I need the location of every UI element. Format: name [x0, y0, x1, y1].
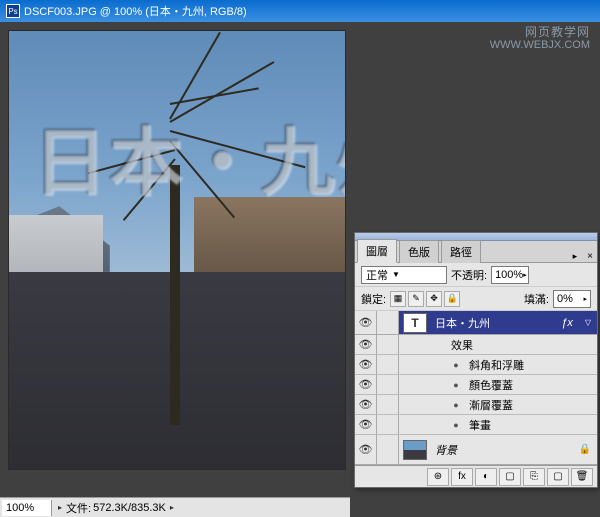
lock-transparency-button[interactable]: ▦: [390, 291, 406, 307]
link-layers-button[interactable]: ⊛: [427, 468, 449, 486]
new-layer-button[interactable]: ▢: [547, 468, 569, 486]
doc-info-menu-icon[interactable]: ▸: [170, 503, 174, 512]
layer-name[interactable]: 背景: [431, 442, 573, 458]
blend-mode-select[interactable]: 正常▼: [361, 266, 447, 284]
effect-name: 筆畫: [465, 417, 597, 433]
bullet-icon: ●: [447, 420, 465, 430]
layer-background[interactable]: 👁 背景 🔒: [355, 435, 597, 465]
fill-label: 填滿:: [524, 291, 549, 307]
tab-layers[interactable]: 圖層: [357, 239, 397, 263]
text-layer-overlay: 日本・九州: [33, 103, 345, 210]
panel-close-icon[interactable]: ×: [583, 251, 597, 262]
app-icon: Ps: [6, 4, 20, 18]
effect-stroke[interactable]: 👁 ● 筆畫: [355, 415, 597, 435]
group-button[interactable]: ⎘: [523, 468, 545, 486]
window-title: DSCF003.JPG @ 100% (日本・九州, RGB/8): [24, 3, 247, 19]
link-cell[interactable]: [377, 311, 399, 334]
opacity-input[interactable]: 100%▸: [491, 266, 529, 284]
photo-content: 日本・九州: [9, 31, 345, 469]
window-titlebar[interactable]: Ps DSCF003.JPG @ 100% (日本・九州, RGB/8): [0, 0, 600, 22]
layer-mask-button[interactable]: ◐: [475, 468, 497, 486]
zoom-menu-icon[interactable]: ▸: [58, 503, 62, 512]
layer-name[interactable]: 日本・九州: [431, 315, 555, 331]
effect-bevel[interactable]: 👁 ● 斜角和浮雕: [355, 355, 597, 375]
effect-name: 漸層覆蓋: [465, 397, 597, 413]
chevron-right-icon: ▸: [523, 271, 527, 279]
lock-position-button[interactable]: ✥: [426, 291, 442, 307]
doc-size-label: 文件:: [66, 500, 91, 516]
visibility-toggle[interactable]: 👁: [355, 311, 377, 334]
visibility-toggle[interactable]: 👁: [355, 395, 377, 414]
fx-collapse-icon[interactable]: ▽: [579, 318, 597, 327]
site-watermark: 网页教学网 WWW.WEBJX.COM: [490, 26, 590, 51]
layer-list: 👁 T 日本・九州 ƒx ▽ 👁 效果 👁 ● 斜角和浮雕 👁: [355, 311, 597, 465]
layers-panel: 圖層 色版 路徑 ▸ × 正常▼ 不透明: 100%▸ 鎖定: ▦ ✎ ✥ 🔒 …: [354, 232, 598, 488]
fx-badge[interactable]: ƒx: [555, 317, 579, 329]
lock-pixels-button[interactable]: ✎: [408, 291, 424, 307]
tab-paths[interactable]: 路徑: [441, 240, 481, 263]
effects-label: 效果: [447, 337, 597, 353]
lock-icon: 🔒: [573, 444, 597, 455]
effect-name: 斜角和浮雕: [465, 357, 597, 373]
link-cell[interactable]: [377, 435, 399, 464]
panel-tabs: 圖層 色版 路徑 ▸ ×: [355, 241, 597, 263]
effects-group[interactable]: 👁 效果: [355, 335, 597, 355]
effect-color-overlay[interactable]: 👁 ● 顏色覆蓋: [355, 375, 597, 395]
panel-footer: ⊛ fx ◐ ▢ ⎘ ▢ 🗑: [355, 465, 597, 487]
document-canvas[interactable]: 日本・九州: [8, 30, 346, 470]
visibility-toggle[interactable]: 👁: [355, 435, 377, 464]
layer-style-button[interactable]: fx: [451, 468, 473, 486]
effect-gradient-overlay[interactable]: 👁 ● 漸層覆蓋: [355, 395, 597, 415]
bullet-icon: ●: [447, 360, 465, 370]
delete-layer-button[interactable]: 🗑: [571, 468, 593, 486]
lock-label: 鎖定:: [361, 291, 386, 307]
doc-size-value: 572.3K/835.3K: [93, 502, 166, 514]
bg-layer-thumb: [403, 440, 427, 460]
visibility-toggle[interactable]: 👁: [355, 335, 377, 354]
adjustment-layer-button[interactable]: ▢: [499, 468, 521, 486]
bullet-icon: ●: [447, 400, 465, 410]
effect-name: 顏色覆蓋: [465, 377, 597, 393]
chevron-right-icon: ▸: [583, 295, 587, 303]
panel-menu-icon[interactable]: ▸: [567, 251, 584, 262]
lock-buttons: ▦ ✎ ✥ 🔒: [390, 291, 460, 307]
tab-channels[interactable]: 色版: [399, 240, 439, 263]
document-statusbar: 100% ▸ 文件: 572.3K/835.3K ▸: [0, 497, 350, 517]
zoom-input[interactable]: 100%: [2, 500, 52, 516]
chevron-down-icon: ▼: [392, 270, 400, 279]
bullet-icon: ●: [447, 380, 465, 390]
visibility-toggle[interactable]: 👁: [355, 415, 377, 434]
text-layer-thumb: T: [403, 313, 427, 333]
visibility-toggle[interactable]: 👁: [355, 375, 377, 394]
visibility-toggle[interactable]: 👁: [355, 355, 377, 374]
layer-text[interactable]: 👁 T 日本・九州 ƒx ▽: [355, 311, 597, 335]
fill-input[interactable]: 0%▸: [553, 290, 591, 308]
opacity-label: 不透明:: [451, 267, 487, 283]
lock-all-button[interactable]: 🔒: [444, 291, 460, 307]
